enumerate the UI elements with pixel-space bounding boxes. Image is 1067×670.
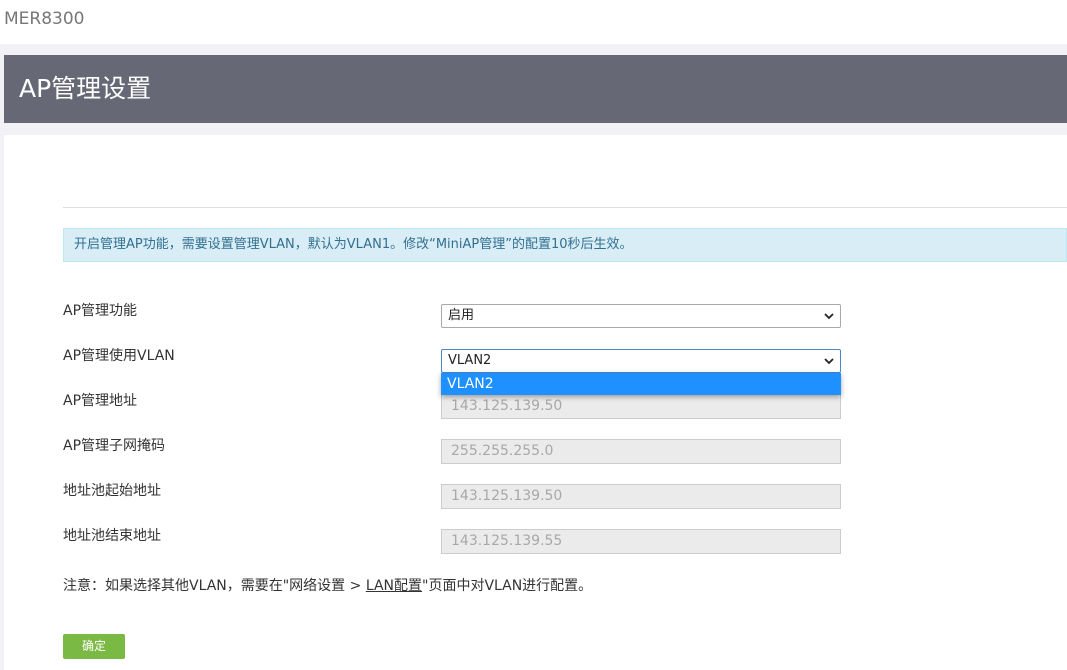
chevron-down-icon <box>824 313 834 320</box>
note-prefix: 注意：如果选择其他VLAN，需要在"网络设置 > <box>63 578 366 594</box>
brand-name: MER8300 <box>4 9 85 29</box>
chevron-down-icon <box>824 358 834 365</box>
ap-manage-function-value: 启用 <box>448 308 475 323</box>
ap-manage-function-select[interactable]: 启用 <box>441 304 841 328</box>
vlan-dropdown-list: VLAN2 <box>441 373 841 395</box>
ap-manage-address-field: 143.125.139.50 <box>441 394 841 419</box>
brand-bar: MER8300 <box>0 0 1067 44</box>
pool-end-address-field: 143.125.139.55 <box>441 529 841 554</box>
content-panel: 开启管理AP功能，需要设置管理VLAN，默认为VLAN1。修改“MiniAP管理… <box>4 135 1067 670</box>
ap-manage-vlan-label: AP管理使用VLAN <box>63 348 175 364</box>
vlan-note: 注意：如果选择其他VLAN，需要在"网络设置 > LAN配置"页面中对VLAN进… <box>63 577 592 595</box>
note-suffix: "页面中对VLAN进行配置。 <box>422 578 593 594</box>
pool-start-address-field: 143.125.139.50 <box>441 484 841 509</box>
page-title: AP管理设置 <box>19 74 152 103</box>
ap-manage-subnet-mask-field: 255.255.255.0 <box>441 439 841 464</box>
pool-end-address-label: 地址池结束地址 <box>63 528 161 544</box>
confirm-button[interactable]: 确定 <box>63 634 125 659</box>
ap-manage-vlan-select[interactable]: VLAN2 <box>441 349 841 373</box>
title-bar: AP管理设置 <box>4 55 1067 123</box>
info-message: 开启管理AP功能，需要设置管理VLAN，默认为VLAN1。修改“MiniAP管理… <box>63 228 1067 262</box>
pool-start-address-label: 地址池起始地址 <box>63 483 161 499</box>
ap-manage-subnet-mask-label: AP管理子网掩码 <box>63 438 166 454</box>
vlan-option-vlan2[interactable]: VLAN2 <box>441 373 841 395</box>
lan-config-link[interactable]: LAN配置 <box>366 578 422 594</box>
divider <box>63 207 1067 208</box>
ap-manage-vlan-value: VLAN2 <box>448 353 492 368</box>
ap-manage-function-label: AP管理功能 <box>63 303 138 319</box>
ap-manage-address-label: AP管理地址 <box>63 393 138 409</box>
